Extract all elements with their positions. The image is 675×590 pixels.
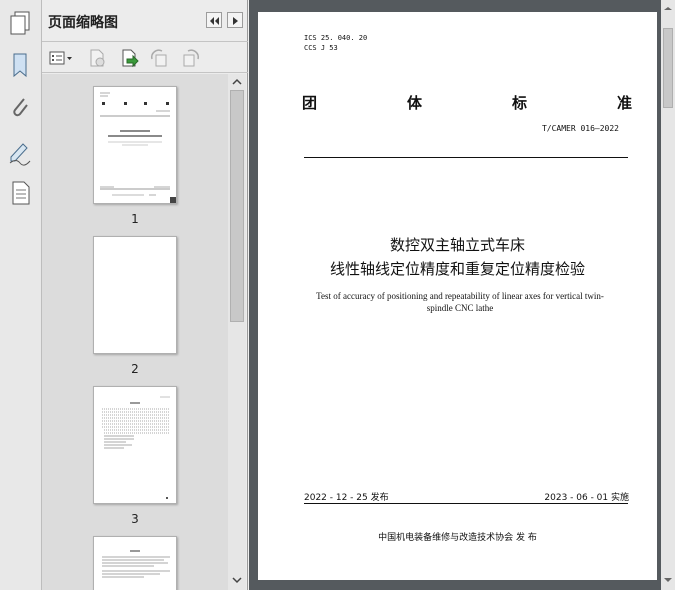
standard-char: 团: [302, 94, 318, 112]
document-page: ICS 25. 040. 20 CCS J 53 团 体 标 准 T/CAMER…: [258, 12, 657, 580]
scrollbar-thumb[interactable]: [230, 90, 244, 322]
scrollbar-thumb[interactable]: [663, 28, 673, 108]
rotate-left-button[interactable]: [148, 47, 170, 69]
pages-icon[interactable]: [6, 8, 34, 38]
delete-page-button[interactable]: [86, 47, 108, 69]
page-number-label: 2: [131, 362, 139, 376]
document-viewer[interactable]: ICS 25. 040. 20 CCS J 53 团 体 标 准 T/CAMER…: [249, 0, 661, 590]
signature-icon[interactable]: [6, 136, 34, 166]
rotate-right-button[interactable]: [180, 47, 202, 69]
bookmark-icon[interactable]: [6, 50, 34, 80]
thumbnail-scrollbar[interactable]: [228, 74, 246, 590]
publisher: 中国机电装备维修与改造技术协会 发 布: [378, 533, 537, 543]
scroll-down-arrow-icon[interactable]: [228, 574, 246, 586]
options-menu-button[interactable]: [48, 47, 74, 69]
page-thumbnail-3[interactable]: [93, 386, 177, 504]
footer-divider: [304, 503, 628, 504]
page-thumbnail-preview: [102, 396, 170, 499]
page-thumbnails-panel: 页面缩略图 1 2 3: [42, 0, 248, 590]
panel-header: 页面缩略图: [42, 0, 248, 42]
thumbnails-toolbar: [42, 43, 248, 73]
document-icon[interactable]: [6, 178, 34, 208]
double-chevron-left-icon: [210, 17, 219, 25]
english-title-line2: spindle CNC lathe: [426, 303, 494, 313]
page-thumbnail-preview: [102, 550, 170, 578]
standard-type-heading: 团 体 标 准: [302, 92, 632, 113]
expand-panel-button[interactable]: [227, 12, 243, 28]
scroll-up-arrow-icon[interactable]: [661, 4, 675, 16]
scroll-up-arrow-icon[interactable]: [228, 76, 246, 88]
page-number-label: 1: [131, 212, 139, 226]
page-thumbnail-2[interactable]: [93, 236, 177, 354]
standard-char: 标: [511, 94, 527, 112]
collapse-panel-button[interactable]: [206, 12, 222, 28]
standard-char: 准: [616, 94, 632, 112]
standard-number: T/CAMER 016—2022: [541, 124, 619, 133]
ccs-code: CCS J 53: [304, 44, 338, 52]
implement-date: 2023 - 06 - 01 实施: [544, 493, 629, 503]
header-divider: [304, 157, 628, 158]
english-title: Test of accuracy of positioning and repe…: [310, 290, 610, 314]
navigation-rail: [0, 0, 42, 590]
page-thumbnail-preview: [100, 92, 176, 203]
page-thumbnail-4[interactable]: [93, 536, 177, 590]
rotate-right-icon: [183, 49, 199, 67]
page-thumbnail-1[interactable]: [93, 86, 177, 204]
delete-page-icon: [90, 49, 105, 67]
panel-title: 页面缩略图: [48, 15, 118, 31]
document-title-line1: 数控双主轴立式车床: [389, 236, 525, 254]
attachment-icon[interactable]: [6, 92, 34, 122]
publish-date: 2022 - 12 - 25 发布: [304, 493, 389, 503]
english-title-line1: Test of accuracy of positioning and repe…: [316, 291, 604, 301]
rotate-left-icon: [151, 49, 167, 67]
insert-page-icon: [122, 49, 139, 68]
ics-code: ICS 25. 040. 20: [304, 34, 368, 42]
document-title-line2: 线性轴线定位精度和重复定位精度检验: [329, 260, 585, 278]
thumbnail-list[interactable]: 1 2 3: [42, 74, 228, 590]
list-options-icon: [49, 51, 72, 65]
standard-char: 体: [406, 94, 422, 112]
chevron-right-icon: [233, 17, 238, 25]
page-number-label: 3: [131, 512, 139, 526]
scroll-down-arrow-icon[interactable]: [661, 574, 675, 586]
document-scrollbar[interactable]: [661, 0, 675, 590]
insert-page-button[interactable]: [118, 47, 140, 69]
